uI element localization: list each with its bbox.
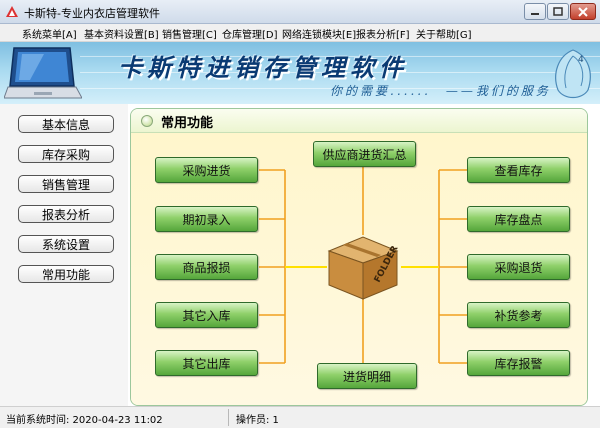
minimize-icon	[531, 12, 539, 15]
menu-bar: 系统菜单[A] 基本资料设置[B] 销售管理[C] 仓库管理[D] 网络连锁模块…	[0, 24, 600, 42]
other-stock-in-button[interactable]: 其它入库	[155, 302, 258, 328]
sidebar-item-reports[interactable]: 报表分析	[18, 205, 114, 223]
goods-loss-button[interactable]: 商品报损	[155, 254, 258, 280]
stock-alert-button[interactable]: 库存报警	[467, 350, 570, 376]
svg-text:4: 4	[578, 55, 584, 65]
close-icon	[578, 6, 588, 17]
title-bar: 卡斯特-专业内衣店管理软件	[0, 0, 600, 24]
shell-decoration-icon: 4	[555, 49, 591, 99]
folder-box-icon: FOLDER	[327, 236, 400, 300]
restock-reference-button[interactable]: 补货参考	[467, 302, 570, 328]
sidebar-item-basic-info[interactable]: 基本信息	[18, 115, 114, 133]
other-stock-out-button[interactable]: 其它出库	[155, 350, 258, 376]
view-stock-button[interactable]: 查看库存	[467, 157, 570, 183]
sidebar-item-sales[interactable]: 销售管理	[18, 175, 114, 193]
menu-chain-network[interactable]: 网络连锁模块[E]	[282, 26, 356, 41]
menu-help[interactable]: 关于帮助[G]	[416, 26, 472, 41]
sidebar: 基本信息 库存采购 销售管理 报表分析 系统设置 常用功能	[0, 104, 128, 406]
opening-entry-button[interactable]: 期初录入	[155, 206, 258, 232]
close-button[interactable]	[570, 3, 596, 20]
minimize-button[interactable]	[524, 3, 546, 20]
sidebar-item-common[interactable]: 常用功能	[18, 265, 114, 283]
laptop-icon	[4, 47, 82, 99]
header-banner: 卡斯特进销存管理软件 你的需要...... ——我们的服务 4	[0, 42, 600, 104]
status-operator: 操作员: 1	[236, 415, 279, 426]
menu-system[interactable]: 系统菜单[A]	[22, 26, 77, 41]
window-title: 卡斯特-专业内衣店管理软件	[24, 7, 160, 20]
sidebar-item-settings[interactable]: 系统设置	[18, 235, 114, 253]
stock-take-button[interactable]: 库存盘点	[467, 206, 570, 232]
sidebar-item-stock-purchase[interactable]: 库存采购	[18, 145, 114, 163]
menu-reports[interactable]: 报表分析[F]	[356, 26, 410, 41]
purchase-return-button[interactable]: 采购退货	[467, 254, 570, 280]
purchase-detail-button[interactable]: 进货明细	[317, 363, 417, 389]
maximize-button[interactable]	[547, 3, 569, 20]
status-time: 当前系统时间: 2020-04-23 11:02	[6, 415, 163, 426]
app-icon	[6, 6, 18, 17]
menu-warehouse[interactable]: 仓库管理[D]	[222, 26, 278, 41]
supplier-summary-button[interactable]: 供应商进货汇总	[313, 141, 416, 167]
banner-slogan: 你的需要...... ——我们的服务	[330, 84, 551, 98]
status-bar: 当前系统时间: 2020-04-23 11:02 操作员: 1	[0, 406, 600, 428]
maximize-icon	[553, 7, 563, 16]
menu-sales[interactable]: 销售管理[C]	[162, 26, 217, 41]
banner-title: 卡斯特进销存管理软件	[118, 53, 408, 82]
purchase-in-button[interactable]: 采购进货	[155, 157, 258, 183]
common-functions-panel: 常用功能 FOLDER 采购进货 期初录入 商品报损 其它入库 其它出库 供应商…	[130, 108, 588, 406]
menu-basic-data[interactable]: 基本资料设置[B]	[84, 26, 159, 41]
